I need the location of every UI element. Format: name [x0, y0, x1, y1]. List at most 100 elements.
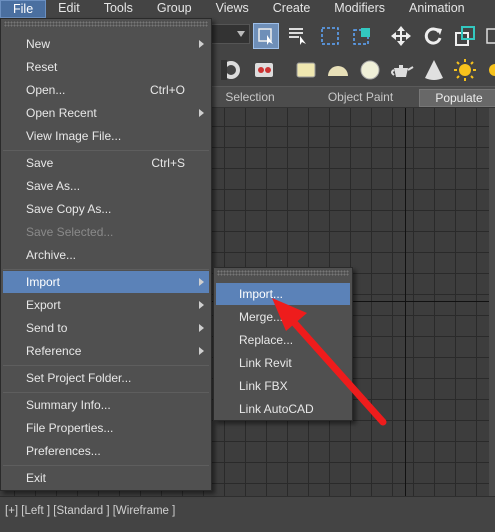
submenu-arrow-icon	[199, 347, 204, 355]
menu-item-label: Link Revit	[239, 356, 292, 370]
rotate-icon[interactable]	[420, 23, 446, 49]
menubar: File Edit Tools Group Views Create Modif…	[0, 0, 495, 18]
menu-item-archive[interactable]: Archive...	[3, 244, 209, 266]
render-teapot-icon[interactable]	[251, 57, 277, 83]
menu-item-label: Set Project Folder...	[26, 371, 132, 385]
menu-separator	[3, 465, 209, 466]
menu-separator	[3, 269, 209, 270]
menu-item-preferences[interactable]: Preferences...	[3, 440, 209, 462]
viewport-axis-vertical	[405, 108, 406, 496]
selection-filter-dropdown[interactable]	[210, 24, 250, 44]
submenu-item-import[interactable]: Import...	[216, 283, 350, 305]
menu-item-new[interactable]: New	[3, 33, 209, 55]
submenu-item-link-revit[interactable]: Link Revit	[216, 352, 350, 374]
menu-item-label: Open Recent	[26, 106, 97, 120]
menu-item-label: Link FBX	[239, 379, 288, 393]
menu-item-label: Preferences...	[26, 444, 101, 458]
select-object-icon[interactable]	[253, 23, 279, 49]
viewport-border	[489, 108, 495, 496]
sun-light-icon[interactable]	[452, 57, 478, 83]
submenu-item-merge[interactable]: Merge...	[216, 306, 350, 328]
sphere-icon[interactable]	[357, 57, 383, 83]
menu-file[interactable]: File	[0, 0, 47, 18]
window-crossing-icon[interactable]	[349, 23, 375, 49]
menu-item-reference[interactable]: Reference	[3, 340, 209, 362]
toolbar-overflow-icon[interactable]	[480, 23, 495, 49]
menu-item-label: New	[26, 37, 51, 51]
menu-item-label: Link AutoCAD	[239, 402, 314, 416]
scale-icon[interactable]	[452, 23, 478, 49]
move-icon[interactable]	[388, 23, 414, 49]
submenu-arrow-icon	[199, 324, 204, 332]
submenu-arrow-icon	[199, 109, 204, 117]
teapot-icon[interactable]	[389, 57, 415, 83]
menu-group[interactable]: Group	[145, 0, 204, 18]
box-primitive-icon[interactable]	[293, 57, 319, 83]
menu-item-view-image-file[interactable]: View Image File...	[3, 125, 209, 147]
menu-item-import[interactable]: Import	[3, 271, 209, 293]
menu-item-label: View Image File...	[26, 129, 122, 143]
menu-item-label: Send to	[26, 321, 68, 335]
menu-item-label: Reference	[26, 344, 82, 358]
menu-item-label: Save Selected...	[26, 225, 114, 239]
menu-grip	[217, 270, 349, 276]
select-by-name-icon[interactable]	[285, 23, 311, 49]
menu-item-label: Merge...	[239, 310, 284, 324]
menu-shortcut: Ctrl+S	[151, 156, 185, 170]
menu-item-label: Summary Info...	[26, 398, 111, 412]
submenu-arrow-icon	[199, 278, 204, 286]
menu-item-label: Replace...	[239, 333, 294, 347]
menu-item-label: Open...	[26, 83, 66, 97]
menu-item-label: Reset	[26, 60, 58, 74]
menu-item-summary-info[interactable]: Summary Info...	[3, 394, 209, 416]
submenu-item-link-fbx[interactable]: Link FBX	[216, 375, 350, 397]
menu-edit[interactable]: Edit	[46, 0, 92, 18]
menu-shortcut: Ctrl+O	[149, 83, 185, 97]
menu-create[interactable]: Create	[261, 0, 323, 18]
menu-item-label: Exit	[26, 471, 47, 485]
rectangular-selection-icon[interactable]	[317, 23, 343, 49]
import-submenu: Import... Merge... Replace... Link Revit…	[213, 267, 353, 421]
light-icon[interactable]	[480, 57, 495, 83]
menu-item-save-as[interactable]: Save As...	[3, 175, 209, 197]
menu-grip	[4, 21, 208, 27]
menu-item-export[interactable]: Export	[3, 294, 209, 316]
menu-item-save-selected: Save Selected...	[3, 221, 209, 243]
menu-item-open-recent[interactable]: Open Recent	[3, 102, 209, 124]
menu-item-label: Import...	[239, 287, 284, 301]
menu-item-send-to[interactable]: Send to	[3, 317, 209, 339]
viewport-label[interactable]: [+] [Left ] [Standard ] [Wireframe ]	[5, 505, 175, 517]
menu-item-open[interactable]: Open... Ctrl+O	[3, 79, 209, 101]
menu-views[interactable]: Views	[204, 0, 261, 18]
submenu-item-link-autocad[interactable]: Link AutoCAD	[216, 398, 350, 420]
menu-item-label: Export	[26, 298, 61, 312]
menu-animation[interactable]: Animation	[397, 0, 477, 18]
viewport-label-bar: [+] [Left ] [Standard ] [Wireframe ]	[0, 496, 495, 532]
menu-item-reset[interactable]: Reset	[3, 56, 209, 78]
cone-icon[interactable]	[421, 57, 447, 83]
menu-item-set-project-folder[interactable]: Set Project Folder...	[3, 367, 209, 389]
tab-object-paint[interactable]: Object Paint	[313, 89, 408, 107]
menu-separator	[3, 392, 209, 393]
menu-item-file-properties[interactable]: File Properties...	[3, 417, 209, 439]
submenu-item-replace[interactable]: Replace...	[216, 329, 350, 351]
submenu-arrow-icon	[199, 40, 204, 48]
menu-item-label: File Properties...	[26, 421, 114, 435]
menu-item-label: Save	[26, 156, 54, 170]
menu-item-label: Save Copy As...	[26, 202, 112, 216]
chevron-down-icon	[237, 31, 245, 37]
menu-item-exit[interactable]: Exit	[3, 467, 209, 489]
tab-selection[interactable]: Selection	[212, 89, 288, 107]
menu-item-label: Import	[26, 275, 61, 289]
menu-modifiers[interactable]: Modifiers	[322, 0, 397, 18]
hemisphere-icon[interactable]	[325, 57, 351, 83]
menu-separator	[3, 150, 209, 151]
menu-item-save[interactable]: Save Ctrl+S	[3, 152, 209, 174]
render-frame-icon[interactable]	[218, 57, 244, 83]
menu-item-save-copy-as[interactable]: Save Copy As...	[3, 198, 209, 220]
menu-separator	[3, 365, 209, 366]
tab-populate[interactable]: Populate	[419, 89, 495, 107]
submenu-arrow-icon	[199, 301, 204, 309]
file-menu: New Reset Open... Ctrl+O Open Recent View…	[0, 18, 212, 491]
menu-tools[interactable]: Tools	[92, 0, 145, 18]
